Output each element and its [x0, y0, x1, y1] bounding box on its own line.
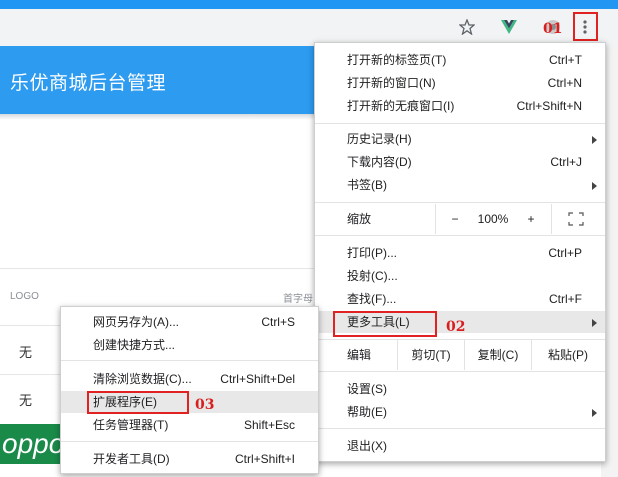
menu-item-exit[interactable]: 退出(X)	[315, 435, 605, 457]
menu-item-new-tab[interactable]: 打开新的标签页(T) Ctrl+T	[315, 49, 605, 71]
column-header-logo[interactable]: LOGO	[10, 291, 39, 302]
menu-item-bookmarks[interactable]: 书签(B)	[315, 174, 605, 196]
submenu-arrow-icon	[592, 136, 597, 144]
submenu-arrow-icon	[592, 182, 597, 190]
header-shadow	[0, 114, 315, 120]
edit-label: 编辑	[347, 348, 372, 362]
brand-logo-image: oppo	[0, 424, 62, 464]
menu-item-help[interactable]: 帮助(E)	[315, 401, 605, 423]
fullscreen-icon[interactable]	[561, 204, 591, 234]
step1-highlight	[573, 12, 598, 41]
menu-item-find[interactable]: 查找(F)... Ctrl+F	[315, 288, 605, 310]
zoom-divider	[435, 204, 436, 234]
vue-devtools-icon[interactable]	[500, 18, 518, 36]
menu-item-create-shortcut[interactable]: 创建快捷方式...	[61, 334, 318, 356]
menu-item-history[interactable]: 历史记录(H)	[315, 128, 605, 150]
menu-separator	[315, 371, 605, 372]
menu-item-clear-data[interactable]: 清除浏览数据(C)... Ctrl+Shift+Del	[61, 368, 318, 390]
column-header-initial[interactable]: 首字母	[283, 290, 313, 305]
more-tools-submenu: 网页另存为(A)... Ctrl+S 创建快捷方式... 清除浏览数据(C)...…	[60, 306, 319, 474]
divider	[0, 268, 315, 269]
menu-item-downloads[interactable]: 下载内容(D) Ctrl+J	[315, 151, 605, 173]
menu-item-save-page[interactable]: 网页另存为(A)... Ctrl+S	[61, 311, 318, 333]
step1-label: 01	[543, 21, 563, 37]
menu-item-devtools[interactable]: 开发者工具(D) Ctrl+Shift+I	[61, 448, 318, 470]
page-title: 乐优商城后台管理	[10, 73, 167, 94]
zoom-label: 缩放	[347, 212, 372, 226]
step2-highlight	[333, 311, 437, 337]
step3-highlight	[87, 391, 189, 414]
zoom-out-button[interactable]: −	[442, 204, 468, 234]
menu-separator	[315, 123, 605, 124]
app-header: 乐优商城后台管理	[0, 46, 315, 114]
menu-separator	[315, 428, 605, 429]
star-icon[interactable]	[458, 18, 476, 36]
window-top-strip	[0, 0, 618, 9]
table-cell-logo: 无	[19, 393, 33, 408]
menu-item-incognito[interactable]: 打开新的无痕窗口(I) Ctrl+Shift+N	[315, 95, 605, 117]
paste-button[interactable]: 粘贴(P)	[532, 340, 604, 370]
menu-separator	[61, 441, 318, 442]
table-cell-logo: 无	[19, 345, 33, 360]
menu-separator	[315, 235, 605, 236]
cut-button[interactable]: 剪切(T)	[398, 340, 464, 370]
zoom-in-button[interactable]: +	[518, 204, 544, 234]
step3-label: 03	[195, 397, 215, 413]
chrome-menu: 打开新的标签页(T) Ctrl+T 打开新的窗口(N) Ctrl+N 打开新的无痕窗…	[314, 42, 606, 462]
menu-separator	[61, 360, 318, 361]
zoom-divider	[551, 204, 552, 234]
submenu-arrow-icon	[592, 409, 597, 417]
copy-button[interactable]: 复制(C)	[465, 340, 531, 370]
menu-separator	[315, 202, 605, 203]
menu-item-task-manager[interactable]: 任务管理器(T) Shift+Esc	[61, 414, 318, 436]
menu-item-cast[interactable]: 投射(C)...	[315, 265, 605, 287]
menu-item-print[interactable]: 打印(P)... Ctrl+P	[315, 242, 605, 264]
menu-item-settings[interactable]: 设置(S)	[315, 378, 605, 400]
step2-label: 02	[446, 319, 466, 335]
submenu-arrow-icon	[592, 319, 597, 327]
zoom-level: 100%	[477, 212, 509, 226]
menu-item-new-window[interactable]: 打开新的窗口(N) Ctrl+N	[315, 72, 605, 94]
